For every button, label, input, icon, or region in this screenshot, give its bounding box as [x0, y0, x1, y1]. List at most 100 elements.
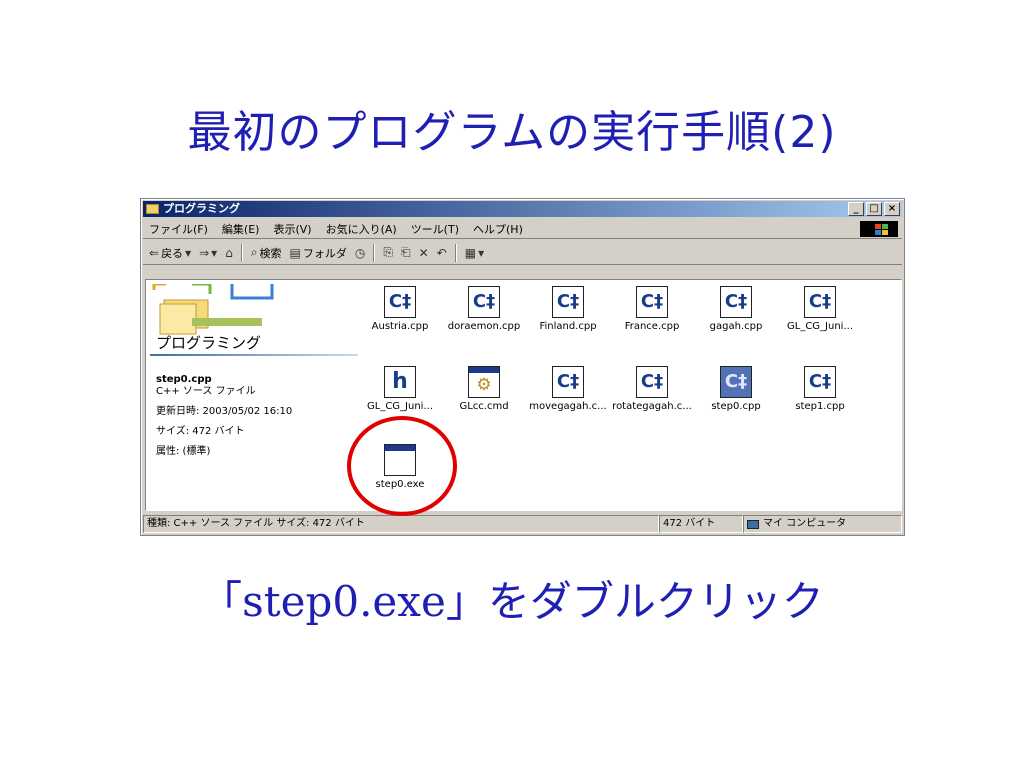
menu-view[interactable]: 表示(V) — [273, 221, 311, 237]
toolbar-divider — [373, 243, 376, 262]
file-label: GLcc.cmd — [459, 401, 509, 412]
move-to-button[interactable]: ⎘ — [383, 245, 393, 260]
pane-divider — [150, 354, 358, 356]
folders-icon: ▤ — [289, 245, 301, 260]
status-bar: 種類: C++ ソース ファイル サイズ: 472 バイト 472 バイト マイ… — [143, 515, 902, 533]
undo-button[interactable]: ↶ — [437, 246, 447, 260]
views-button[interactable]: ▦ ▾ — [465, 246, 484, 260]
back-label: 戻る — [161, 246, 184, 260]
back-arrow-icon: ⇐ — [149, 245, 160, 260]
file-label: Finland.cpp — [539, 321, 597, 332]
menu-bar: ファイル(F) 編集(E) 表示(V) お気に入り(A) ツール(T) ヘルプ(… — [143, 219, 902, 239]
file-item[interactable]: Finland.cpp — [526, 280, 610, 332]
file-item[interactable]: GL_CG_Juni... — [778, 280, 862, 332]
status-size: 472 バイト — [659, 515, 743, 533]
file-item-selected[interactable]: step0.cpp — [694, 360, 778, 412]
folder-icon — [146, 204, 159, 214]
file-label: doraemon.cpp — [447, 321, 521, 332]
menu-help[interactable]: ヘルプ(H) — [473, 221, 523, 237]
file-item[interactable]: step1.cpp — [778, 360, 862, 412]
file-item[interactable]: rotategagah.c... — [610, 360, 694, 412]
delete-button[interactable]: ✕ — [419, 246, 429, 260]
search-label: 検索 — [259, 246, 282, 260]
file-label: GL_CG_Juni... — [367, 401, 433, 412]
chevron-down-icon: ▾ — [478, 245, 485, 260]
up-folder-button[interactable]: ⌂ — [225, 246, 233, 260]
file-label: step0.cpp — [711, 401, 761, 412]
file-item[interactable]: gagah.cpp — [694, 280, 778, 332]
chevron-down-icon: ▾ — [211, 245, 218, 260]
highlight-circle — [347, 416, 457, 516]
status-location: マイ コンピュータ — [743, 515, 902, 533]
copy-to-button[interactable]: ⎗ — [401, 245, 411, 260]
menu-edit[interactable]: 編集(E) — [222, 221, 260, 237]
file-label: rotategagah.c... — [612, 401, 692, 412]
menu-file[interactable]: ファイル(F) — [149, 221, 208, 237]
cpp-file-icon — [468, 286, 500, 318]
explorer-window: プログラミング _ □ × ファイル(F) 編集(E) 表示(V) お気に入り(… — [140, 198, 905, 536]
file-item[interactable]: movegagah.c... — [526, 360, 610, 412]
folders-button[interactable]: ▤ フォルダ — [290, 245, 347, 261]
file-label: step1.cpp — [795, 401, 845, 412]
folder-view[interactable]: プログラミング step0.cpp C++ ソース ファイル 更新日時: 200… — [145, 279, 902, 511]
cpp-file-icon — [552, 366, 584, 398]
copy-to-icon: ⎗ — [400, 245, 411, 259]
minimize-button[interactable]: _ — [848, 202, 864, 216]
views-icon: ▦ — [464, 245, 477, 260]
file-item[interactable]: doraemon.cpp — [442, 280, 526, 332]
file-label: gagah.cpp — [709, 321, 763, 332]
status-location-label: マイ コンピュータ — [763, 518, 847, 529]
chevron-down-icon: ▾ — [185, 245, 192, 260]
menu-favorites[interactable]: お気に入り(A) — [326, 221, 397, 237]
slide-caption: 「step0.exe」をダブルクリック — [200, 577, 824, 626]
cpp-file-icon — [384, 286, 416, 318]
search-icon: ⌕ — [250, 245, 258, 259]
cpp-file-icon — [720, 286, 752, 318]
selected-file-size: サイズ: 472 バイト — [156, 426, 245, 437]
search-button[interactable]: ⌕ 検索 — [251, 245, 282, 261]
file-item[interactable]: France.cpp — [610, 280, 694, 332]
file-item[interactable]: GL_CG_Juni... — [358, 360, 442, 412]
cpp-file-icon — [636, 366, 668, 398]
forward-arrow-icon: ⇒ — [199, 245, 210, 260]
web-view-pane: プログラミング step0.cpp C++ ソース ファイル 更新日時: 200… — [146, 280, 358, 510]
delete-icon: ✕ — [418, 245, 429, 260]
back-button[interactable]: ⇐ 戻る ▾ — [149, 245, 191, 261]
file-item[interactable]: GLcc.cmd — [442, 360, 526, 412]
toolbar-divider — [240, 243, 243, 262]
cpp-file-icon — [804, 286, 836, 318]
window-title: プログラミング — [163, 202, 240, 215]
cmd-file-icon — [468, 366, 500, 398]
computer-icon — [747, 519, 759, 529]
cpp-file-icon — [552, 286, 584, 318]
file-label: movegagah.c... — [529, 401, 607, 412]
toolbar-divider — [454, 243, 457, 262]
toolbar: ⇐ 戻る ▾ ⇒ ▾ ⌂ ⌕ 検索 ▤ フォルダ ◷ ⎘ ⎗ ✕ ↶ ▦ ▾ — [143, 241, 902, 265]
history-button[interactable]: ◷ — [355, 246, 365, 260]
windows-logo-icon — [860, 221, 898, 237]
folders-label: フォルダ — [302, 246, 347, 260]
file-label: GL_CG_Juni... — [787, 321, 853, 332]
up-folder-icon: ⌂ — [225, 245, 233, 260]
forward-button[interactable]: ⇒ ▾ — [199, 246, 217, 260]
slide-title: 最初のプログラムの実行手順(2) — [187, 107, 837, 158]
window-titlebar[interactable]: プログラミング _ □ × — [143, 201, 902, 217]
selected-file-name: step0.cpp — [156, 374, 212, 385]
cpp-file-icon — [804, 366, 836, 398]
file-details: step0.cpp C++ ソース ファイル 更新日時: 2003/05/02 … — [156, 374, 292, 458]
header-file-icon — [384, 366, 416, 398]
selected-file-type: C++ ソース ファイル — [156, 386, 256, 397]
open-folder-icon — [152, 284, 274, 335]
history-icon: ◷ — [354, 245, 366, 260]
file-label: France.cpp — [624, 321, 680, 332]
file-item[interactable]: Austria.cpp — [358, 280, 442, 332]
file-label: Austria.cpp — [371, 321, 429, 332]
maximize-button[interactable]: □ — [866, 202, 882, 216]
status-info: 種類: C++ ソース ファイル サイズ: 472 バイト — [143, 515, 659, 533]
move-to-icon: ⎘ — [383, 245, 393, 259]
close-button[interactable]: × — [884, 202, 900, 216]
menu-tools[interactable]: ツール(T) — [411, 221, 459, 237]
undo-icon: ↶ — [436, 245, 447, 260]
selected-file-modified: 更新日時: 2003/05/02 16:10 — [156, 406, 293, 417]
cpp-file-icon — [720, 366, 752, 398]
